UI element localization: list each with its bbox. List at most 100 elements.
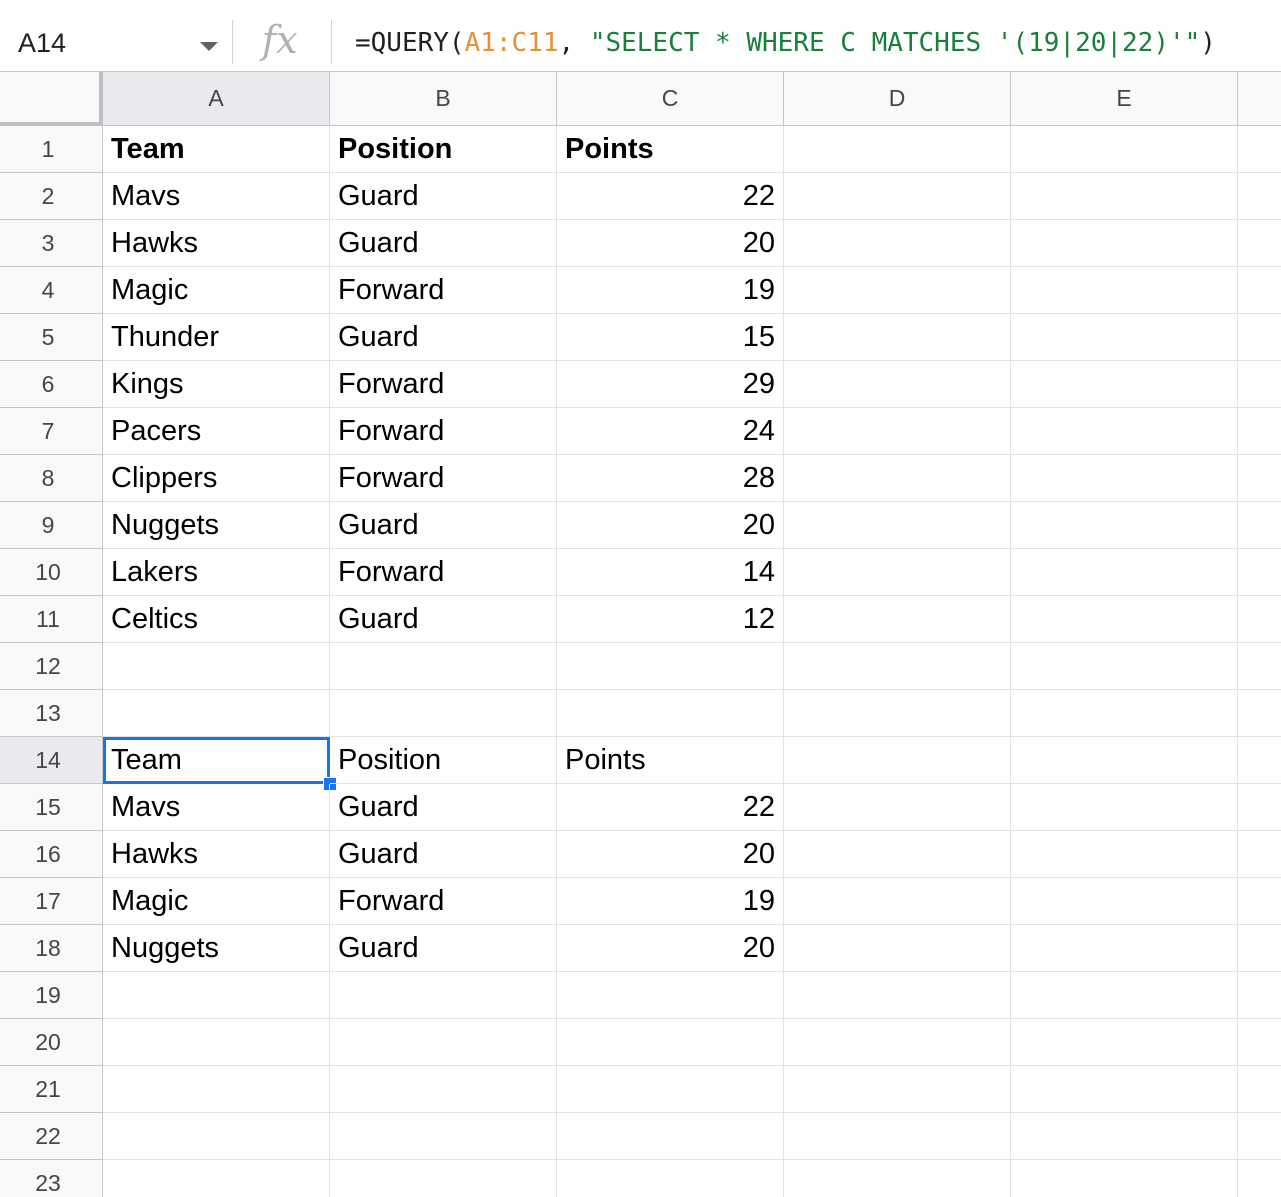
- cell-c15[interactable]: 22: [557, 784, 784, 831]
- cell-b19[interactable]: [330, 972, 557, 1019]
- cell-a6[interactable]: Kings: [103, 361, 330, 408]
- cell-e22[interactable]: [1011, 1113, 1238, 1160]
- cell-c14[interactable]: Points: [557, 737, 784, 784]
- cell-f7[interactable]: [1238, 408, 1281, 455]
- cell-b6[interactable]: Forward: [330, 361, 557, 408]
- cell-e2[interactable]: [1011, 173, 1238, 220]
- cell-d7[interactable]: [784, 408, 1011, 455]
- cell-c12[interactable]: [557, 643, 784, 690]
- row-header-2[interactable]: 2: [0, 173, 103, 220]
- cell-a16[interactable]: Hawks: [103, 831, 330, 878]
- cell-e11[interactable]: [1011, 596, 1238, 643]
- row-header-18[interactable]: 18: [0, 925, 103, 972]
- cell-e3[interactable]: [1011, 220, 1238, 267]
- cell-f6[interactable]: [1238, 361, 1281, 408]
- row-header-22[interactable]: 22: [0, 1113, 103, 1160]
- cell-c3[interactable]: 20: [557, 220, 784, 267]
- cell-f16[interactable]: [1238, 831, 1281, 878]
- cell-f2[interactable]: [1238, 173, 1281, 220]
- name-box[interactable]: A14: [0, 0, 230, 72]
- column-header-d[interactable]: D: [784, 72, 1011, 126]
- column-header-b[interactable]: B: [330, 72, 557, 126]
- cell-a15[interactable]: Mavs: [103, 784, 330, 831]
- cell-a8[interactable]: Clippers: [103, 455, 330, 502]
- cell-d18[interactable]: [784, 925, 1011, 972]
- cell-a13[interactable]: [103, 690, 330, 737]
- cell-f10[interactable]: [1238, 549, 1281, 596]
- cell-e16[interactable]: [1011, 831, 1238, 878]
- row-header-17[interactable]: 17: [0, 878, 103, 925]
- row-header-4[interactable]: 4: [0, 267, 103, 314]
- cell-d23[interactable]: [784, 1160, 1011, 1197]
- cell-c18[interactable]: 20: [557, 925, 784, 972]
- cell-d20[interactable]: [784, 1019, 1011, 1066]
- cell-c11[interactable]: 12: [557, 596, 784, 643]
- row-header-6[interactable]: 6: [0, 361, 103, 408]
- row-header-8[interactable]: 8: [0, 455, 103, 502]
- cell-d22[interactable]: [784, 1113, 1011, 1160]
- cell-a18[interactable]: Nuggets: [103, 925, 330, 972]
- cell-b16[interactable]: Guard: [330, 831, 557, 878]
- cell-e14[interactable]: [1011, 737, 1238, 784]
- cell-d14[interactable]: [784, 737, 1011, 784]
- cell-b14[interactable]: Position: [330, 737, 557, 784]
- cell-a17[interactable]: Magic: [103, 878, 330, 925]
- cell-e10[interactable]: [1011, 549, 1238, 596]
- cell-d6[interactable]: [784, 361, 1011, 408]
- cell-b10[interactable]: Forward: [330, 549, 557, 596]
- cell-d19[interactable]: [784, 972, 1011, 1019]
- cell-e6[interactable]: [1011, 361, 1238, 408]
- cell-b13[interactable]: [330, 690, 557, 737]
- cell-d5[interactable]: [784, 314, 1011, 361]
- cell-f17[interactable]: [1238, 878, 1281, 925]
- cell-c6[interactable]: 29: [557, 361, 784, 408]
- cell-f3[interactable]: [1238, 220, 1281, 267]
- cell-f13[interactable]: [1238, 690, 1281, 737]
- cell-e19[interactable]: [1011, 972, 1238, 1019]
- cell-b5[interactable]: Guard: [330, 314, 557, 361]
- row-header-3[interactable]: 3: [0, 220, 103, 267]
- cell-a23[interactable]: [103, 1160, 330, 1197]
- cell-b11[interactable]: Guard: [330, 596, 557, 643]
- cell-a12[interactable]: [103, 643, 330, 690]
- cell-f11[interactable]: [1238, 596, 1281, 643]
- cell-b23[interactable]: [330, 1160, 557, 1197]
- row-header-9[interactable]: 9: [0, 502, 103, 549]
- row-header-12[interactable]: 12: [0, 643, 103, 690]
- row-header-11[interactable]: 11: [0, 596, 103, 643]
- cell-f21[interactable]: [1238, 1066, 1281, 1113]
- cell-b21[interactable]: [330, 1066, 557, 1113]
- cell-d13[interactable]: [784, 690, 1011, 737]
- cell-f4[interactable]: [1238, 267, 1281, 314]
- cell-b20[interactable]: [330, 1019, 557, 1066]
- cell-e20[interactable]: [1011, 1019, 1238, 1066]
- row-header-21[interactable]: 21: [0, 1066, 103, 1113]
- cell-f14[interactable]: [1238, 737, 1281, 784]
- cell-f22[interactable]: [1238, 1113, 1281, 1160]
- cell-d21[interactable]: [784, 1066, 1011, 1113]
- cell-e13[interactable]: [1011, 690, 1238, 737]
- cell-b1[interactable]: Position: [330, 126, 557, 173]
- cell-a21[interactable]: [103, 1066, 330, 1113]
- cell-d3[interactable]: [784, 220, 1011, 267]
- cell-e5[interactable]: [1011, 314, 1238, 361]
- cell-a22[interactable]: [103, 1113, 330, 1160]
- cell-d12[interactable]: [784, 643, 1011, 690]
- cell-f1[interactable]: [1238, 126, 1281, 173]
- cell-c2[interactable]: 22: [557, 173, 784, 220]
- row-header-16[interactable]: 16: [0, 831, 103, 878]
- cell-b22[interactable]: [330, 1113, 557, 1160]
- cell-a3[interactable]: Hawks: [103, 220, 330, 267]
- cell-f12[interactable]: [1238, 643, 1281, 690]
- cell-c20[interactable]: [557, 1019, 784, 1066]
- cell-f23[interactable]: [1238, 1160, 1281, 1197]
- cell-c19[interactable]: [557, 972, 784, 1019]
- cell-e21[interactable]: [1011, 1066, 1238, 1113]
- chevron-down-icon[interactable]: [200, 42, 218, 51]
- cell-c5[interactable]: 15: [557, 314, 784, 361]
- cell-e1[interactable]: [1011, 126, 1238, 173]
- row-header-7[interactable]: 7: [0, 408, 103, 455]
- cell-a19[interactable]: [103, 972, 330, 1019]
- row-header-20[interactable]: 20: [0, 1019, 103, 1066]
- column-header-e[interactable]: E: [1011, 72, 1238, 126]
